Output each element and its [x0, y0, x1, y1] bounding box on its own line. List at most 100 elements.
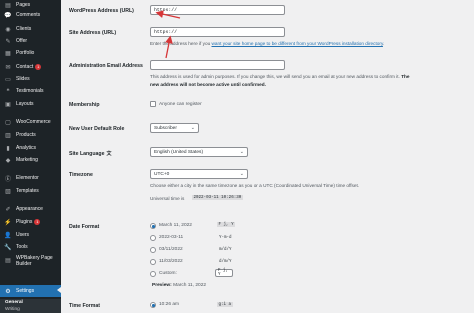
sidebar-item-label: Comments [16, 12, 41, 18]
site-address-value: https:// [154, 29, 178, 35]
universal-time: Universal time is [150, 195, 184, 202]
site-language-text: Site Language [69, 151, 105, 157]
time-format-radio-1[interactable] [150, 302, 156, 308]
users-icon: 👤 [4, 232, 12, 239]
sidebar-item-label: Contact [16, 64, 34, 70]
date-format-radio-4[interactable] [150, 259, 156, 265]
sidebar-item-label: Offer [16, 38, 28, 44]
sidebar-item-contact[interactable]: ✉ Contact 1 [0, 62, 61, 72]
sidebar-item-woocommerce[interactable]: ▢ WooCommerce [0, 117, 61, 127]
time-format-option-label[interactable]: 10:26 am [159, 302, 179, 307]
sidebar-item-label: Plugins [16, 219, 33, 225]
comments-icon: 💬 [4, 12, 12, 19]
portfolio-icon: ▦ [5, 50, 11, 57]
site-home-different-link[interactable]: want your site home page to be different… [212, 41, 383, 46]
settings-form: WordPress Address (URL) https:// Site Ad… [61, 0, 474, 313]
elementor-icon: Ⓔ [4, 176, 11, 183]
plugins-icon: ⚡ [4, 219, 12, 226]
appearance-icon: ✐ [5, 206, 11, 213]
date-format-code: d/m/Y [219, 260, 232, 264]
custom-date-format-input[interactable]: F j, Y [215, 269, 233, 277]
sidebar-item-slides[interactable]: ▭ Slides [0, 74, 61, 84]
date-format-radio-1[interactable] [150, 223, 156, 229]
sidebar-item-appearance[interactable]: ✐ Appearance [0, 204, 61, 214]
timezone-description: Choose either a city in the same timezon… [150, 183, 360, 188]
site-address-label: Site Address (URL) [69, 30, 117, 36]
admin-email-description: This address is used for admin purposes.… [150, 73, 410, 80]
sidebar-item-label: Layouts [16, 101, 34, 107]
date-format-option-label[interactable]: March 11, 2022 [159, 223, 192, 228]
desc-emphasis: new address will not become active until… [150, 82, 266, 87]
sidebar-item-testimonials[interactable]: ❝ Testimonials [0, 86, 61, 96]
sidebar-item-label: Testimonials [16, 88, 44, 94]
anyone-can-register-checkbox[interactable] [150, 101, 156, 107]
sidebar-item-products[interactable]: ▥ Products [0, 130, 61, 140]
sidebar-item-templates[interactable]: ▧ Templates [0, 186, 61, 196]
offer-icon: ✎ [5, 38, 11, 45]
sidebar-item-label: Elementor [16, 175, 39, 181]
sidebar-item-label: Portfolio [16, 50, 35, 56]
sidebar-item-tools[interactable]: 🔧 Tools [0, 242, 61, 252]
site-language-label: Site Language 文 [69, 150, 111, 157]
universal-time-value: 2022-03-11 10:26:30 [192, 195, 243, 200]
tools-icon: 🔧 [4, 244, 12, 251]
notification-badge: 1 [35, 64, 42, 70]
default-role-select[interactable]: Subscriber ⌄ [150, 123, 199, 133]
clients-icon: ◉ [5, 26, 11, 33]
site-language-value: English (United States) [154, 149, 204, 155]
preview-value: March 11, 2022 [173, 283, 207, 288]
preview-label: Preview: [152, 283, 172, 288]
woocommerce-icon: ▢ [5, 119, 11, 126]
custom-date-format-value: F j, Y [218, 269, 229, 277]
contact-icon: ✉ [5, 64, 11, 71]
sidebar-item-users[interactable]: 👤 Users [0, 230, 61, 240]
sidebar-item-marketing[interactable]: ◆ Marketing [0, 155, 61, 165]
date-format-option-label[interactable]: 2022-03-11 [159, 235, 183, 240]
anyone-can-register-label[interactable]: Anyone can register [159, 102, 202, 107]
analytics-icon: ▮ [6, 145, 10, 152]
membership-label: Membership [69, 102, 100, 108]
sidebar-item-settings[interactable]: ⚙ Settings [0, 285, 61, 297]
site-address-input[interactable]: https:// [150, 27, 285, 37]
products-icon: ▥ [5, 132, 11, 139]
chevron-down-icon: ⌄ [239, 171, 244, 177]
submenu-item-general[interactable]: General [5, 300, 23, 305]
layouts-icon: ▣ [5, 101, 11, 108]
sidebar-item-offer[interactable]: ✎ Offer [0, 36, 61, 46]
date-format-code: Y-m-d [219, 236, 232, 240]
sidebar-item-wpbakery[interactable]: ▤ WPBakery Page Builder [0, 255, 61, 271]
site-language-select[interactable]: English (United States) ⌄ [150, 147, 248, 157]
sidebar-item-elementor[interactable]: Ⓔ Elementor [0, 173, 61, 183]
timezone-select[interactable]: UTC+0 ⌄ [150, 169, 248, 179]
settings-icon: ⚙ [5, 288, 11, 295]
default-role-value: Subscriber [154, 125, 177, 131]
settings-submenu: General Writing [0, 299, 61, 313]
sidebar-item-analytics[interactable]: ▮ Analytics [0, 143, 61, 153]
wordpress-address-input[interactable]: https:// [150, 5, 285, 15]
date-format-label: Date Format [69, 224, 100, 230]
admin-email-input[interactable] [150, 60, 285, 70]
sidebar-item-pages[interactable]: ▤ Pages [0, 0, 61, 10]
admin-email-label: Administration Email Address [69, 63, 143, 69]
desc-emphasis: The [401, 74, 410, 79]
date-format-option-label[interactable]: Custom: [159, 271, 177, 276]
sidebar-item-clients[interactable]: ◉ Clients [0, 24, 61, 34]
date-format-radio-custom[interactable] [150, 271, 156, 277]
sidebar-item-portfolio[interactable]: ▦ Portfolio [0, 48, 61, 58]
sidebar-item-label: Tools [16, 244, 28, 250]
default-role-label: New User Default Role [69, 126, 125, 132]
admin-email-description-2: new address will not become active until… [150, 81, 266, 88]
sidebar-item-comments[interactable]: 💬 Comments [0, 10, 61, 20]
submenu-item-writing[interactable]: Writing [5, 307, 20, 312]
universal-time-label: Universal time is [150, 196, 185, 201]
sidebar-item-label: Pages [16, 2, 31, 8]
date-format-option-label[interactable]: 03/11/2022 [159, 247, 183, 252]
sidebar-item-plugins[interactable]: ⚡ Plugins 1 [0, 217, 61, 227]
marketing-icon: ◆ [5, 157, 11, 164]
date-format-radio-2[interactable] [150, 235, 156, 241]
notification-badge: 1 [34, 219, 41, 225]
sidebar-item-layouts[interactable]: ▣ Layouts [0, 99, 61, 109]
timezone-value: UTC+0 [154, 171, 170, 177]
date-format-radio-3[interactable] [150, 247, 156, 253]
date-format-option-label[interactable]: 11/03/2022 [159, 259, 183, 264]
